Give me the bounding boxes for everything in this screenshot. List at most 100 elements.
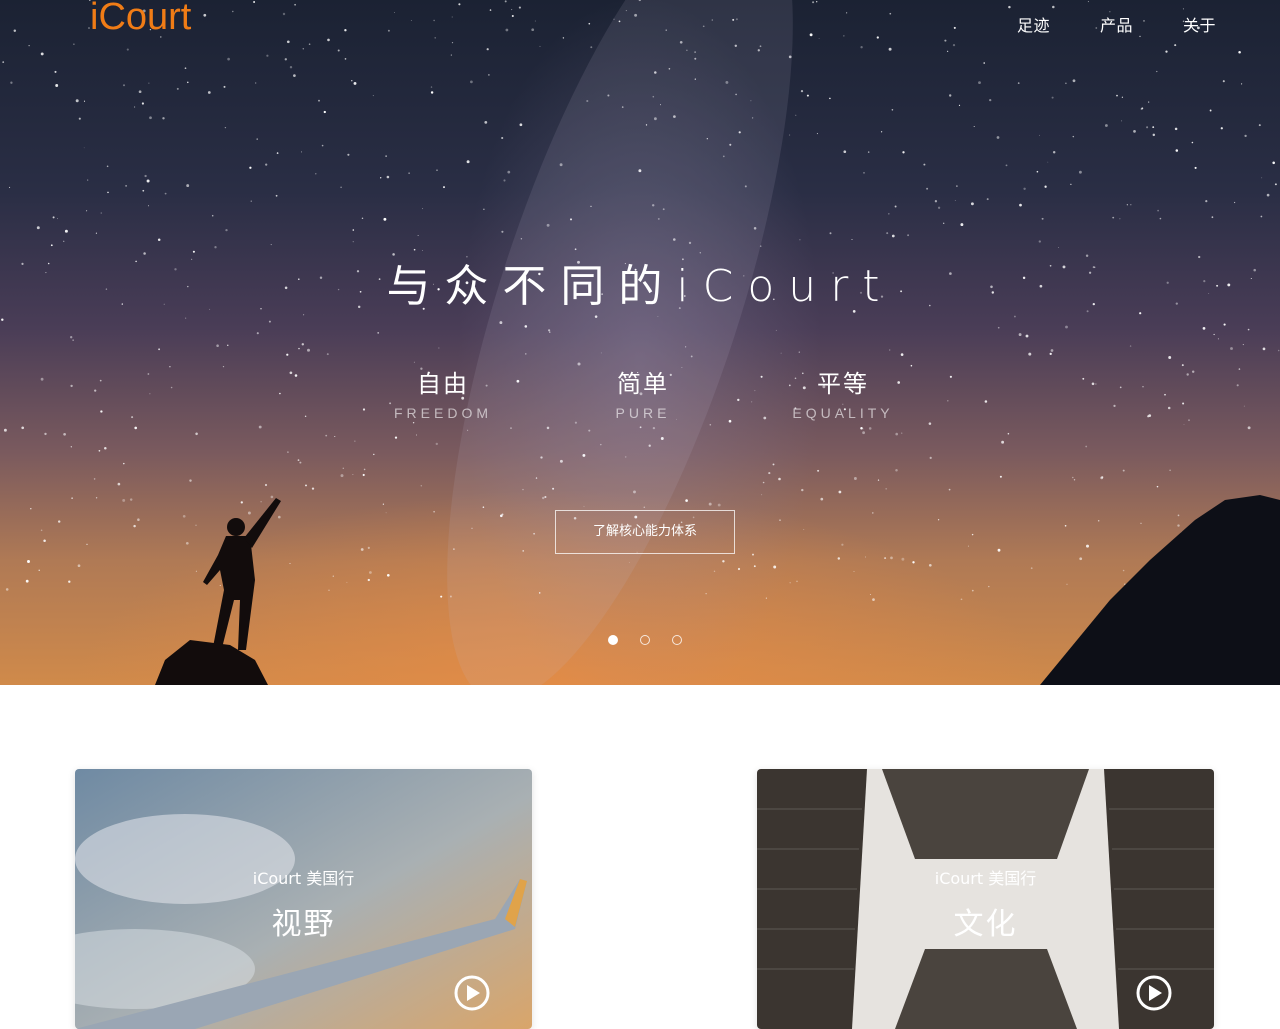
card-subtitle: iCourt 美国行 xyxy=(934,869,1037,888)
star xyxy=(54,70,57,73)
star xyxy=(1058,247,1060,248)
nav-item-about[interactable]: 关于 xyxy=(1183,12,1216,36)
star xyxy=(289,563,291,564)
star xyxy=(353,81,357,85)
play-icon[interactable] xyxy=(1136,975,1172,1011)
star xyxy=(344,29,347,32)
star xyxy=(98,449,101,452)
star xyxy=(276,152,279,154)
star xyxy=(1262,347,1266,351)
star xyxy=(1049,352,1052,356)
star xyxy=(1165,50,1168,53)
star xyxy=(430,91,434,94)
star xyxy=(149,116,152,120)
star xyxy=(1141,107,1144,110)
play-icon[interactable] xyxy=(454,975,490,1011)
star xyxy=(327,38,330,42)
star xyxy=(362,473,365,477)
star xyxy=(1001,440,1005,444)
star xyxy=(470,80,473,84)
star xyxy=(282,12,286,16)
star xyxy=(531,28,535,32)
star xyxy=(949,94,952,97)
carousel-dot-3[interactable] xyxy=(672,635,682,645)
star xyxy=(142,189,145,192)
star xyxy=(884,557,887,560)
star xyxy=(1174,127,1178,131)
star xyxy=(1095,383,1097,385)
star xyxy=(960,598,963,601)
star xyxy=(277,515,281,519)
star xyxy=(256,138,258,140)
star xyxy=(946,50,949,53)
star xyxy=(334,436,336,437)
star xyxy=(386,573,390,577)
card-culture[interactable]: iCourt 美国行 文化 xyxy=(757,769,1214,1029)
star xyxy=(1186,373,1189,376)
star xyxy=(539,45,541,47)
star xyxy=(363,468,366,471)
star xyxy=(1243,405,1245,407)
logo[interactable]: iCourt xyxy=(90,0,191,39)
star xyxy=(1236,384,1239,387)
star xyxy=(954,200,956,202)
star xyxy=(126,48,129,51)
star xyxy=(484,121,488,124)
star xyxy=(1078,170,1082,174)
star xyxy=(352,229,355,231)
star xyxy=(1085,445,1088,448)
star xyxy=(1241,83,1243,85)
star xyxy=(806,94,809,97)
star xyxy=(868,427,872,430)
star xyxy=(1039,134,1041,136)
value-subtitle: PURE xyxy=(615,405,671,421)
star xyxy=(762,481,765,484)
star xyxy=(260,501,262,503)
star xyxy=(997,548,1001,552)
star xyxy=(1041,217,1044,220)
star xyxy=(1044,185,1047,188)
star xyxy=(1101,476,1104,479)
nav-item-footprint[interactable]: 足迹 xyxy=(1017,12,1050,36)
star xyxy=(1,318,4,321)
star xyxy=(862,431,865,435)
star xyxy=(795,114,797,116)
star xyxy=(1242,344,1244,346)
star xyxy=(1169,469,1171,472)
star xyxy=(958,104,961,106)
star xyxy=(989,98,992,102)
star xyxy=(287,451,289,453)
star xyxy=(505,28,509,32)
star xyxy=(195,432,198,436)
learn-core-capabilities-button[interactable]: 了解核心能力体系 xyxy=(555,510,735,554)
star xyxy=(978,81,981,84)
star xyxy=(219,585,221,586)
star xyxy=(891,234,895,238)
star xyxy=(780,352,782,354)
star xyxy=(871,512,874,514)
star xyxy=(141,102,144,105)
star xyxy=(789,134,791,136)
star xyxy=(21,426,25,430)
star xyxy=(264,483,268,487)
card-vision[interactable]: iCourt 美国行 视野 xyxy=(75,769,532,1029)
carousel-dot-2[interactable] xyxy=(640,635,650,645)
carousel-dot-1[interactable] xyxy=(608,635,618,645)
nav-item-products[interactable]: 产品 xyxy=(1100,12,1133,36)
star xyxy=(1260,215,1263,218)
carousel-indicators xyxy=(608,635,682,645)
star xyxy=(851,238,853,241)
star xyxy=(1070,183,1072,185)
star xyxy=(1277,349,1280,352)
star xyxy=(250,200,252,202)
star xyxy=(901,557,905,561)
star xyxy=(195,570,197,572)
star xyxy=(289,371,293,375)
star xyxy=(55,84,59,87)
star xyxy=(1202,327,1206,330)
star xyxy=(984,400,988,403)
star xyxy=(185,317,187,319)
star xyxy=(996,136,1000,139)
star xyxy=(70,446,72,448)
star xyxy=(885,487,888,490)
